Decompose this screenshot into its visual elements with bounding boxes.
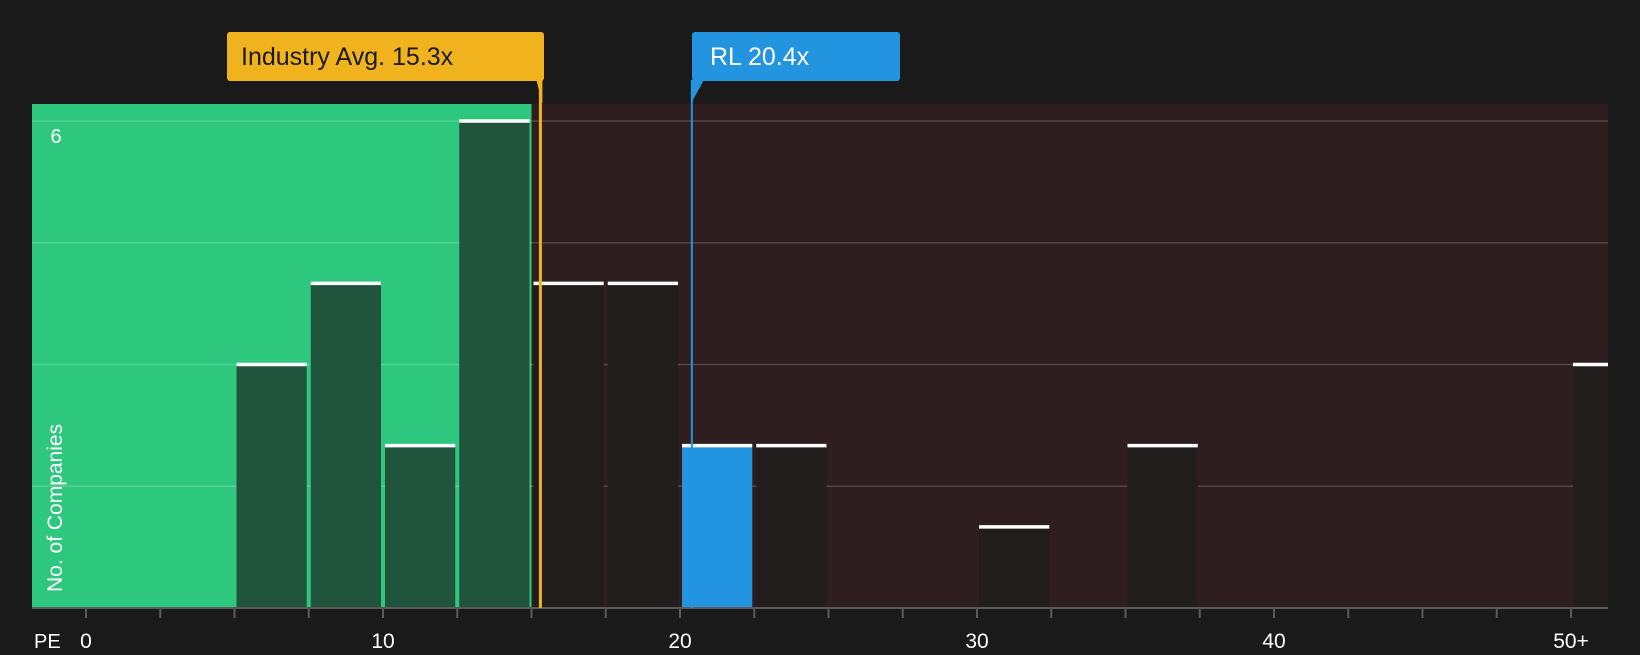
company-pe-label: RL 20.4x (710, 43, 810, 71)
histogram-bar (385, 445, 456, 608)
pe-distribution-chart: 0 10 20 30 40 50+ PE 6 No. of Companies Industry … (0, 0, 1640, 653)
x-tick-label: 0 (80, 630, 92, 650)
histogram-bar (310, 283, 381, 608)
histogram-bar (533, 283, 604, 608)
histogram-bar (236, 364, 307, 608)
histogram-bar (1127, 445, 1198, 608)
x-tick-label: 20 (668, 630, 691, 650)
x-tick-label: 40 (1262, 630, 1285, 650)
histogram-bar (459, 121, 530, 608)
histogram-bar (979, 526, 1050, 608)
x-tick-label: 50+ (1553, 630, 1589, 650)
industry-avg-label: Industry Avg. 15.3x (241, 43, 454, 71)
x-axis-label: PE (34, 631, 61, 650)
y-axis-label: No. of Companies (44, 424, 67, 592)
chart-svg: 0 10 20 30 40 50+ PE 6 No. of Companies Industry … (32, 32, 1608, 653)
x-tick-label: 30 (965, 630, 988, 650)
x-tick-label: 10 (371, 630, 394, 650)
histogram-bar (1573, 364, 1608, 608)
histogram-bar (607, 283, 678, 608)
histogram-bar (756, 445, 827, 608)
y-tick-label: 6 (50, 126, 61, 148)
